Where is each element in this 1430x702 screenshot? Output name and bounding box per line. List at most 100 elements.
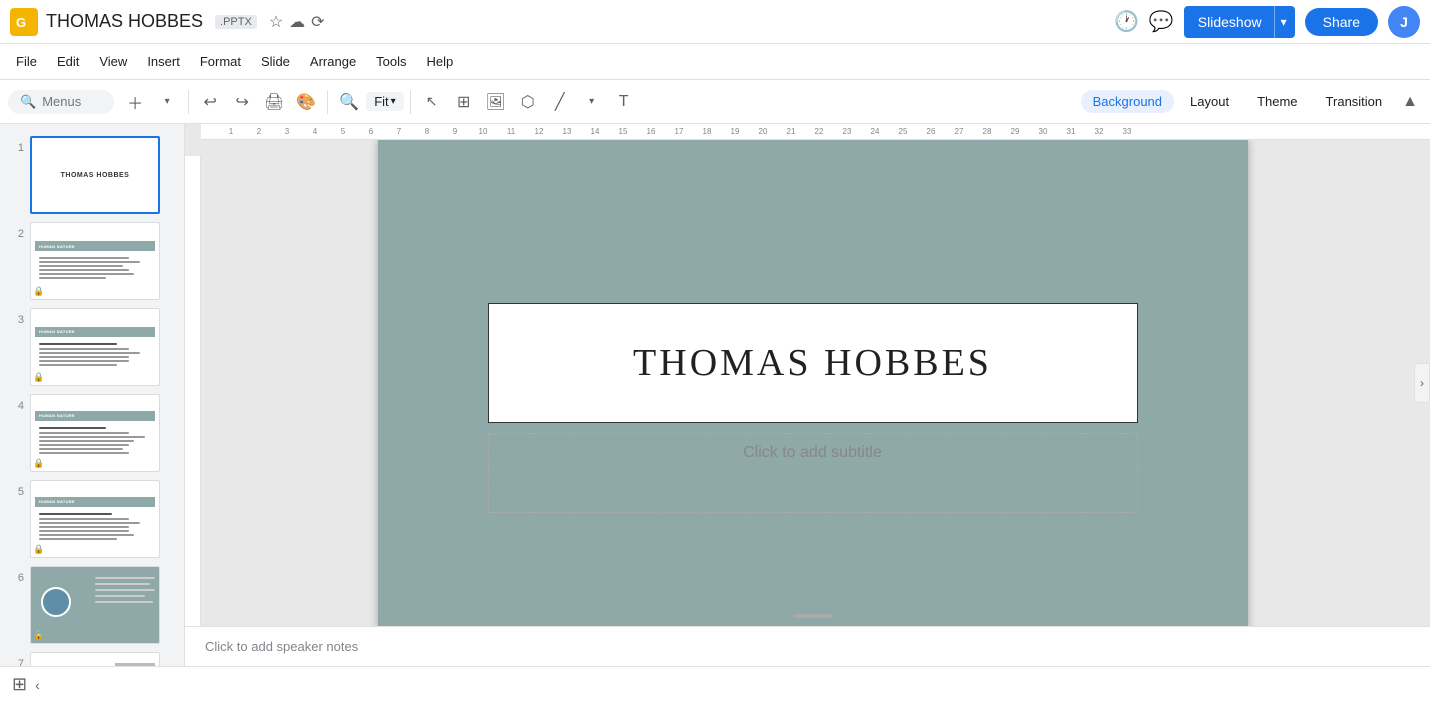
redo-btn[interactable]: ↪ — [227, 87, 257, 117]
cloud-drive-icon[interactable]: ☁ — [289, 12, 305, 32]
slide-thumb-4[interactable]: 4 🔒 HUMAN NATURE — [0, 390, 184, 476]
slide-title-box[interactable]: THOMAS HOBBES — [488, 303, 1138, 423]
slide-6-lines — [95, 577, 155, 605]
slide-thumb-5[interactable]: 5 🔒 HUMAN NATURE — [0, 476, 184, 562]
slide-preview-4: 🔒 HUMAN NATURE — [30, 394, 160, 472]
ruler-32: 32 — [1085, 127, 1113, 136]
thumb-title-1: THOMAS HOBBES — [61, 172, 130, 179]
slide-canvas[interactable]: THOMAS HOBBES Click to add subtitle — [378, 140, 1248, 626]
doc-title: THOMAS HOBBES — [46, 11, 203, 32]
collapse-side-panel-btn[interactable]: ‹ — [35, 677, 40, 693]
divider-2 — [327, 90, 328, 114]
slide-thumb-2[interactable]: 2 🔒 HUMAN NATURE — [0, 218, 184, 304]
divider-1 — [188, 90, 189, 114]
slide-2-content: HUMAN NATURE — [31, 237, 159, 285]
menu-tools[interactable]: Tools — [368, 50, 414, 73]
print-btn[interactable]: 🖨 — [259, 87, 289, 117]
line-dropdown[interactable]: ▾ — [577, 87, 607, 117]
ruler-20: 20 — [749, 127, 777, 136]
slide-num-1: 1 — [8, 142, 24, 154]
zoom-selector[interactable]: Fit ▾ — [366, 92, 403, 111]
slide-subtitle-box[interactable]: Click to add subtitle — [488, 433, 1138, 513]
ruler-8: 8 — [413, 127, 441, 136]
menu-arrange[interactable]: Arrange — [302, 50, 364, 73]
ruler-11: 11 — [497, 127, 525, 136]
slide-subtitle-placeholder: Click to add subtitle — [743, 444, 882, 462]
slide-thumb-3[interactable]: 3 🔒 HUMAN NATURE — [0, 304, 184, 390]
ruler-vertical — [185, 156, 201, 626]
ruler-17: 17 — [665, 127, 693, 136]
slide-thumb-1[interactable]: 1 THOMAS HOBBES — [0, 132, 184, 218]
svg-text:G: G — [16, 15, 26, 30]
pptx-badge: .PPTX — [215, 15, 257, 29]
slide-preview-1: THOMAS HOBBES — [30, 136, 160, 214]
toolbar-search[interactable]: 🔍 — [8, 90, 114, 114]
undo-btn[interactable]: ↩ — [195, 87, 225, 117]
zoom-in-btn[interactable]: 🔍 — [334, 87, 364, 117]
ruler-5: 5 — [329, 127, 357, 136]
menu-file[interactable]: File — [8, 50, 45, 73]
select-btn[interactable]: ⊞ — [449, 87, 479, 117]
slide-viewport[interactable]: THOMAS HOBBES Click to add subtitle — [185, 140, 1430, 626]
tab-layout[interactable]: Layout — [1178, 90, 1241, 113]
new-slide-dropdown[interactable]: ▾ — [152, 87, 182, 117]
ruler-6: 6 — [357, 127, 385, 136]
version-history-icon[interactable]: 🕐 — [1114, 9, 1139, 34]
tab-transition[interactable]: Transition — [1314, 90, 1395, 113]
slide-panel: 1 THOMAS HOBBES 2 🔒 HUMAN NATURE — [0, 124, 185, 666]
shape-btn[interactable]: ⬡ — [513, 87, 543, 117]
slide-5-content: HUMAN NATURE — [31, 493, 159, 546]
paint-format-btn[interactable]: 🎨 — [291, 87, 321, 117]
side-panel-toggle[interactable]: › — [1414, 363, 1430, 403]
image-btn[interactable]: 🖼 — [481, 87, 511, 117]
menu-view[interactable]: View — [91, 50, 135, 73]
new-slide-btn[interactable]: ＋ — [120, 87, 150, 117]
toolbar: 🔍 ＋ ▾ ↩ ↪ 🖨 🎨 🔍 Fit ▾ ↖ ⊞ 🖼 ⬡ ╱ ▾ T Back… — [0, 80, 1430, 124]
lock-icon-4: 🔒 — [33, 458, 44, 469]
speaker-notes[interactable]: Click to add speaker notes — [185, 626, 1430, 666]
speaker-notes-placeholder: Click to add speaker notes — [205, 639, 358, 654]
textbox-btn[interactable]: T — [609, 87, 639, 117]
menu-format[interactable]: Format — [192, 50, 249, 73]
canvas-area: 1 2 3 4 5 6 7 8 9 10 11 12 13 14 15 16 1… — [185, 124, 1430, 666]
ruler-1: 1 — [217, 127, 245, 136]
ruler-18: 18 — [693, 127, 721, 136]
share-button[interactable]: Share — [1305, 8, 1378, 36]
main-area: 1 THOMAS HOBBES 2 🔒 HUMAN NATURE — [0, 124, 1430, 666]
slide-thumb-7[interactable]: 7 — [0, 648, 184, 666]
grid-view-btn[interactable]: ⊞ — [12, 674, 27, 695]
comment-icon[interactable]: 💬 — [1149, 9, 1174, 34]
menu-edit[interactable]: Edit — [49, 50, 87, 73]
tab-theme[interactable]: Theme — [1245, 90, 1309, 113]
slide-num-2: 2 — [8, 228, 24, 240]
zoom-label: Fit — [374, 94, 388, 109]
search-input[interactable] — [42, 94, 102, 109]
ruler-numbers: 1 2 3 4 5 6 7 8 9 10 11 12 13 14 15 16 1… — [217, 127, 1141, 136]
ruler-4: 4 — [301, 127, 329, 136]
title-icons: ☆ ☁ ⟳ — [269, 12, 325, 32]
ruler-21: 21 — [777, 127, 805, 136]
menu-insert[interactable]: Insert — [139, 50, 188, 73]
cursor-btn[interactable]: ↖ — [417, 87, 447, 117]
slide-num-6: 6 — [8, 572, 24, 584]
ruler-15: 15 — [609, 127, 637, 136]
menu-slide[interactable]: Slide — [253, 50, 298, 73]
slide-preview-5: 🔒 HUMAN NATURE — [30, 480, 160, 558]
slide-thumb-6[interactable]: 6 🔒 — [0, 562, 184, 648]
collapse-toolbar-btn[interactable]: ▲ — [1398, 89, 1422, 115]
ruler-12: 12 — [525, 127, 553, 136]
title-bar: G THOMAS HOBBES .PPTX ☆ ☁ ⟳ 🕐 💬 Slidesho… — [0, 0, 1430, 44]
slideshow-button[interactable]: Slideshow ▾ — [1184, 6, 1295, 38]
avatar[interactable]: J — [1388, 6, 1420, 38]
menu-help[interactable]: Help — [419, 50, 462, 73]
tab-background[interactable]: Background — [1081, 90, 1174, 113]
slide-4-content: HUMAN NATURE — [31, 407, 159, 460]
ruler-28: 28 — [973, 127, 1001, 136]
ruler-7: 7 — [385, 127, 413, 136]
star-icon[interactable]: ☆ — [269, 12, 283, 32]
slideshow-button-label: Slideshow — [1186, 6, 1274, 38]
history-icon[interactable]: ⟳ — [311, 12, 324, 32]
slide-page-indicator — [793, 614, 833, 618]
line-btn[interactable]: ╱ — [545, 87, 575, 117]
slideshow-dropdown-arrow[interactable]: ▾ — [1274, 6, 1293, 38]
